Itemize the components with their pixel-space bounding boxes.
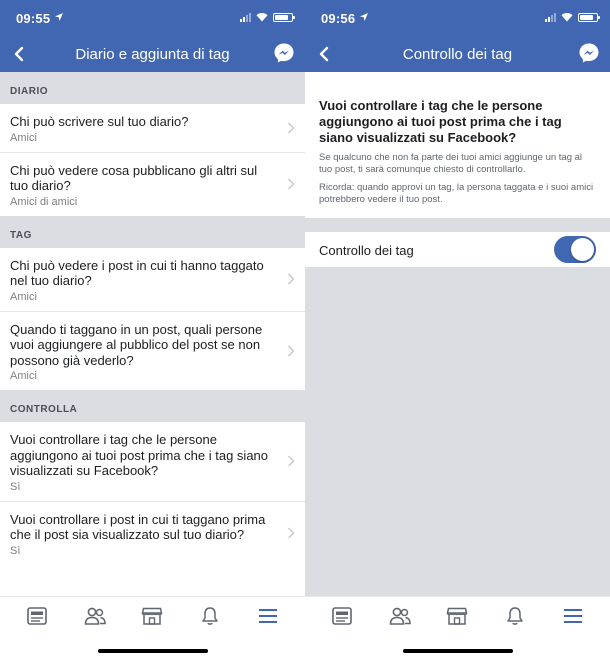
news-feed-icon <box>27 607 47 625</box>
battery-icon <box>578 13 600 22</box>
setting-row-tag-audience[interactable]: Quando ti taggano in un post, quali pers… <box>0 310 305 390</box>
section-divider <box>305 218 610 232</box>
notifications-bell-icon <box>507 607 524 625</box>
tab-news-feed[interactable] <box>329 605 355 627</box>
back-arrow-icon[interactable] <box>315 43 335 65</box>
tab-friends[interactable] <box>387 605 413 627</box>
setting-question: Chi può scrivere sul tuo diario? <box>10 114 189 129</box>
setting-value: Amici <box>10 370 37 382</box>
toggle-label: Controllo dei tag <box>319 242 414 258</box>
news-feed-icon <box>332 607 352 625</box>
menu-icon <box>259 609 278 623</box>
home-indicator[interactable] <box>402 649 513 653</box>
tab-menu[interactable] <box>560 605 586 627</box>
setting-question: Chi può vedere cosa pubblicano gli altri… <box>10 162 258 194</box>
tab-friends[interactable] <box>82 605 108 627</box>
settings-list: DIARIO Chi può scrivere sul tuo diario? … <box>0 72 305 565</box>
page-title: Controllo dei tag <box>402 45 513 63</box>
setting-row-who-can-see-others-posts[interactable]: Chi può vedere cosa pubblicano gli altri… <box>0 151 305 216</box>
messenger-icon[interactable] <box>273 42 295 64</box>
notifications-bell-icon <box>202 607 219 625</box>
tab-marketplace[interactable] <box>139 605 165 627</box>
tab-marketplace[interactable] <box>444 605 470 627</box>
tag-review-switch[interactable] <box>554 236 596 263</box>
right-screen: 09:56 Controllo dei tag Vuoi controllare… <box>305 0 610 659</box>
location-arrow-icon <box>55 13 63 21</box>
setting-row-who-can-post[interactable]: Chi può scrivere sul tuo diario? Amici <box>0 104 305 152</box>
tab-menu[interactable] <box>255 605 281 627</box>
wifi-icon <box>561 13 573 22</box>
setting-row-timeline-review[interactable]: Vuoi controllare i post in cui ti taggan… <box>0 500 305 565</box>
status-bar: 09:55 <box>0 0 305 36</box>
section-header-tag: TAG <box>0 215 305 248</box>
tab-notifications[interactable] <box>197 605 223 627</box>
wifi-icon <box>256 13 268 22</box>
messenger-icon[interactable] <box>578 42 600 64</box>
status-time: 09:56 <box>321 11 356 26</box>
setting-question: Chi può vedere i post in cui ti hanno ta… <box>10 257 264 289</box>
friends-icon <box>389 607 411 625</box>
chevron-right-icon <box>288 527 295 539</box>
menu-icon <box>564 609 583 623</box>
left-screen: 09:55 Diario e aggiunta di tag DIARIO Ch… <box>0 0 305 659</box>
signal-icon <box>545 13 556 22</box>
page-title: Diario e aggiunta di tag <box>75 45 230 63</box>
setting-row-who-can-see-tagged-posts[interactable]: Chi può vedere i post in cui ti hanno ta… <box>0 247 305 311</box>
setting-value: Amici <box>10 290 37 303</box>
friends-icon <box>84 607 106 625</box>
setting-value: Sì <box>10 480 21 493</box>
switch-knob <box>571 238 594 261</box>
setting-question: Vuoi controllare i tag che le persone ag… <box>10 432 269 478</box>
tab-news-feed[interactable] <box>24 605 50 627</box>
setting-value: Sì <box>10 544 21 557</box>
nav-bar: Diario e aggiunta di tag <box>0 36 305 72</box>
intro-reminder: Ricorda: quando approvi un tag, la perso… <box>319 182 594 205</box>
section-header-controlla: CONTROLLA <box>0 390 305 422</box>
intro-paragraph: Se qualcuno che non fa parte dei tuoi am… <box>319 152 583 175</box>
setting-row-tag-review[interactable]: Vuoi controllare i tag che le persone ag… <box>0 422 305 501</box>
tab-notifications[interactable] <box>502 605 528 627</box>
home-indicator[interactable] <box>97 649 208 653</box>
chevron-right-icon <box>288 273 295 285</box>
location-arrow-icon <box>360 13 368 21</box>
status-time: 09:55 <box>16 11 51 26</box>
empty-area <box>305 267 610 596</box>
battery-icon <box>273 13 295 22</box>
section-header-diario: DIARIO <box>0 72 305 104</box>
setting-value: Amici <box>10 131 37 144</box>
marketplace-icon <box>142 607 163 625</box>
setting-question: Quando ti taggano in un post, quali pers… <box>10 321 263 368</box>
tab-bar <box>305 596 610 659</box>
signal-icon <box>240 13 251 22</box>
tag-review-intro: Vuoi controllare i tag che le persone ag… <box>305 72 610 218</box>
chevron-right-icon <box>288 122 295 134</box>
tag-review-toggle-row: Controllo dei tag <box>305 232 610 268</box>
chevron-right-icon <box>288 455 295 467</box>
intro-heading: Vuoi controllare i tag che le persone ag… <box>319 98 562 145</box>
chevron-right-icon <box>288 345 295 357</box>
setting-value: Amici di amici <box>10 195 78 208</box>
marketplace-icon <box>447 607 468 625</box>
chevron-right-icon <box>288 178 295 190</box>
status-bar: 09:56 <box>305 0 610 36</box>
setting-question: Vuoi controllare i post in cui ti taggan… <box>10 511 266 543</box>
nav-bar: Controllo dei tag <box>305 36 610 72</box>
tab-bar <box>0 596 305 659</box>
back-arrow-icon[interactable] <box>10 43 30 65</box>
